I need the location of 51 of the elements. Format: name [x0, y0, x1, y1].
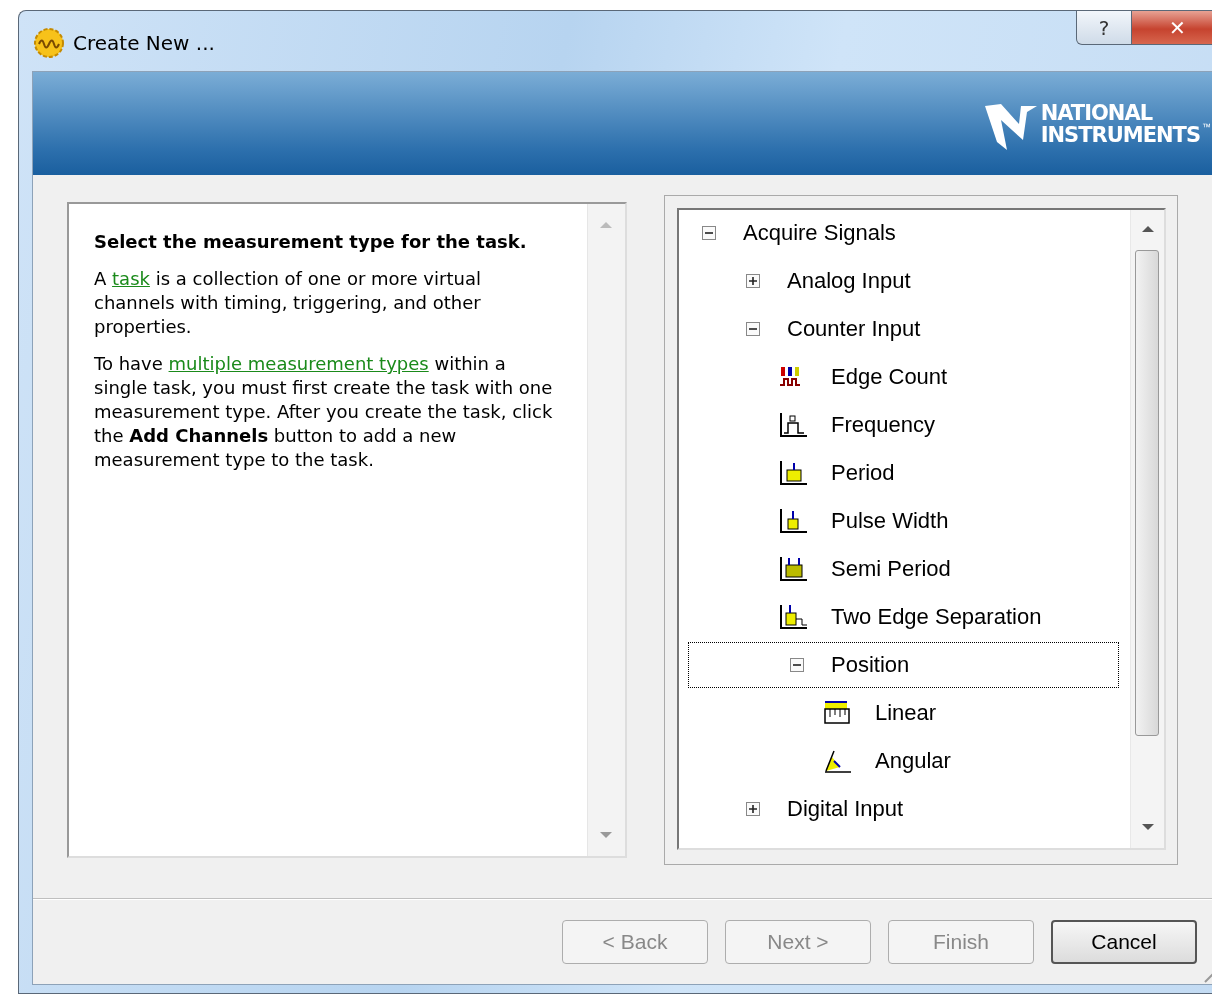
tree-row[interactable]: Two Edge Separation — [688, 594, 1119, 640]
measurement-icon — [778, 555, 810, 583]
scroll-up-icon[interactable] — [1142, 226, 1154, 232]
tree-row[interactable]: Period — [688, 450, 1119, 496]
tree-row[interactable]: Counter Input — [688, 306, 1119, 352]
tree-row[interactable]: Digital Input — [688, 786, 1119, 832]
measurement-icon — [778, 603, 810, 631]
tree-row[interactable]: Linear — [688, 690, 1119, 736]
help-button[interactable]: ? — [1076, 11, 1132, 45]
tree-label: Frequency — [831, 412, 935, 438]
tree-label: Edge Count — [831, 364, 948, 390]
measurement-icon — [778, 507, 810, 535]
app-icon — [33, 27, 65, 59]
tree-label: Two Edge Separation — [831, 604, 1042, 630]
tree-row[interactable]: Frequency — [688, 402, 1119, 448]
close-button[interactable]: ✕ — [1132, 11, 1212, 45]
help-link[interactable]: multiple measurement types — [168, 353, 429, 374]
tree-row[interactable]: Position — [688, 642, 1119, 688]
scrollbar[interactable] — [1130, 210, 1164, 848]
brand-logo: NATIONAL INSTRUMENTS™ — [982, 95, 1211, 152]
tree-label: Period — [831, 460, 895, 486]
tree-label: Counter Input — [787, 316, 921, 342]
tree-row[interactable]: Edge Count — [688, 354, 1119, 400]
scroll-down-icon[interactable] — [1142, 824, 1154, 830]
tree-label: Acquire Signals — [743, 220, 896, 246]
help-heading: Select the measurement type for the task. — [94, 230, 528, 254]
tree-row[interactable]: Pulse Width — [688, 498, 1119, 544]
scroll-thumb[interactable] — [1135, 250, 1159, 736]
tree-label: Analog Input — [787, 268, 911, 294]
help-link[interactable]: task — [112, 268, 150, 289]
tree-label: Digital Input — [787, 796, 904, 822]
collapse-icon[interactable] — [790, 658, 804, 672]
tree-row[interactable]: Semi Period — [688, 546, 1119, 592]
expand-icon[interactable] — [746, 274, 760, 288]
tree-row[interactable]: Angular — [688, 738, 1119, 784]
tree-label: Linear — [875, 700, 937, 726]
tree-label: Position — [831, 652, 910, 678]
tree-row[interactable]: Acquire Signals — [688, 210, 1119, 256]
collapse-icon[interactable] — [746, 322, 760, 336]
measurement-icon — [778, 411, 810, 439]
tree-label: Pulse Width — [831, 508, 949, 534]
window-title: Create New ... — [73, 31, 215, 55]
collapse-icon[interactable] — [702, 226, 716, 240]
expand-icon[interactable] — [746, 802, 760, 816]
help-paragraph: A task is a collection of one or more virtual channels with timing, triggering, and other properties. — [94, 267, 482, 339]
tree-label: Angular — [875, 748, 951, 774]
tree-label: Semi Period — [831, 556, 951, 582]
tree-row[interactable]: Analog Input — [688, 258, 1119, 304]
wizard-button[interactable]: Cancel — [1051, 920, 1197, 964]
help-paragraph: To have multiple measurement types within a single task, you must first create the task with one measurement type. After you create the task, click the Add Channels button to add a new measurement type to the task. — [94, 352, 554, 472]
measurement-icon — [778, 459, 810, 487]
